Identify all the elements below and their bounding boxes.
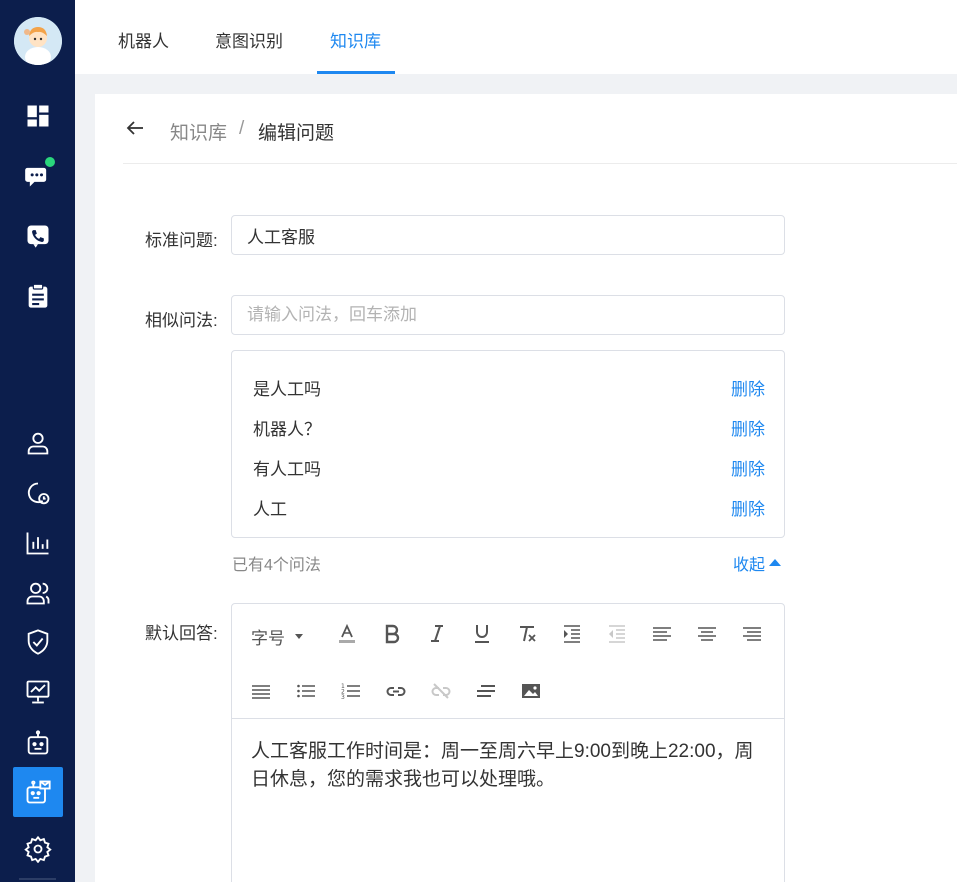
font-color-icon[interactable]	[335, 621, 359, 645]
robot-mail-icon[interactable]	[13, 767, 63, 817]
clear-format-icon[interactable]	[515, 621, 539, 645]
users-icon[interactable]	[21, 576, 54, 609]
dashboard-icon[interactable]	[21, 99, 54, 132]
bar-chart-icon[interactable]	[21, 526, 54, 559]
image-icon[interactable]	[519, 679, 543, 703]
delete-link[interactable]: 删除	[731, 495, 765, 520]
clipboard-icon[interactable]	[21, 279, 54, 312]
similar-question-item: 有人工吗	[253, 460, 321, 479]
indent-icon[interactable]	[560, 621, 584, 645]
robot-icon[interactable]	[21, 726, 54, 759]
header-divider	[123, 163, 957, 164]
avatar[interactable]	[14, 17, 62, 65]
collapse-button[interactable]: 收起	[733, 551, 782, 575]
outdent-icon[interactable]	[605, 621, 629, 645]
back-arrow-icon[interactable]	[125, 118, 145, 138]
align-center-icon[interactable]	[695, 621, 719, 645]
breadcrumb-separator: /	[239, 118, 245, 139]
similar-question-item: 是人工吗	[253, 380, 321, 399]
clock-user-icon[interactable]	[21, 477, 54, 510]
unlink-icon[interactable]	[429, 679, 453, 703]
font-size-dropdown[interactable]: 字号	[251, 624, 303, 649]
delete-link[interactable]: 删除	[731, 375, 765, 400]
notification-dot	[44, 156, 56, 168]
italic-icon[interactable]	[425, 621, 449, 645]
monitor-chart-icon[interactable]	[21, 675, 54, 708]
caret-up-icon	[769, 558, 782, 566]
sidebar-divider	[19, 878, 56, 880]
tab-robot[interactable]: 机器人	[118, 27, 169, 52]
justify-icon[interactable]	[249, 679, 273, 703]
editor-content[interactable]: 人工客服工作时间是：周一至周六早上9:00到晚上22:00，周日休息，您的需求我…	[251, 738, 766, 794]
similar-question-item: 机器人？	[253, 420, 321, 439]
similar-question-label: 相似问法:	[145, 311, 218, 330]
svg-text:3: 3	[341, 694, 345, 701]
breadcrumb-root[interactable]: 知识库	[170, 118, 227, 145]
shield-icon[interactable]	[21, 625, 54, 658]
similar-question-list: 是人工吗 删除 机器人？ 删除 有人工吗 删除 人工 删除	[231, 350, 785, 538]
standard-question-label: 标准问题:	[145, 231, 218, 250]
similar-question-item: 人工	[253, 500, 287, 519]
top-nav: 机器人 意图识别 知识库	[75, 0, 957, 74]
breadcrumb-current: 编辑问题	[258, 123, 335, 144]
phone-icon[interactable]	[21, 219, 54, 252]
similar-question-input[interactable]	[231, 295, 785, 335]
sidebar	[0, 0, 75, 882]
collapse-label: 收起	[733, 557, 766, 574]
tab-intent[interactable]: 意图识别	[215, 27, 283, 52]
active-tab-indicator	[317, 71, 395, 74]
tab-knowledge-base[interactable]: 知识库	[330, 27, 381, 52]
editor-toolbar: 字号 1 2 3	[232, 604, 784, 719]
align-right-icon[interactable]	[740, 621, 764, 645]
link-icon[interactable]	[384, 679, 408, 703]
bullet-list-icon[interactable]	[294, 679, 318, 703]
numbered-list-icon[interactable]: 123	[339, 679, 363, 703]
bold-icon[interactable]	[380, 621, 404, 645]
user-icon[interactable]	[21, 426, 54, 459]
underline-icon[interactable]	[470, 621, 494, 645]
standard-question-input[interactable]	[231, 215, 785, 255]
settings-icon[interactable]	[21, 832, 54, 865]
chevron-down-icon	[295, 634, 303, 639]
align-left-icon[interactable]	[650, 621, 674, 645]
font-size-label: 字号	[251, 629, 285, 648]
rich-text-editor: 字号 1 2 3 人工客服工作时间是：周一至周六早上9:00到晚上22:00，周…	[231, 603, 785, 882]
delete-link[interactable]: 删除	[731, 415, 765, 440]
default-answer-label: 默认回答:	[145, 624, 218, 643]
strikethrough-icon[interactable]	[474, 679, 498, 703]
delete-link[interactable]: 删除	[731, 455, 765, 480]
question-count: 已有4个问法	[232, 557, 321, 574]
